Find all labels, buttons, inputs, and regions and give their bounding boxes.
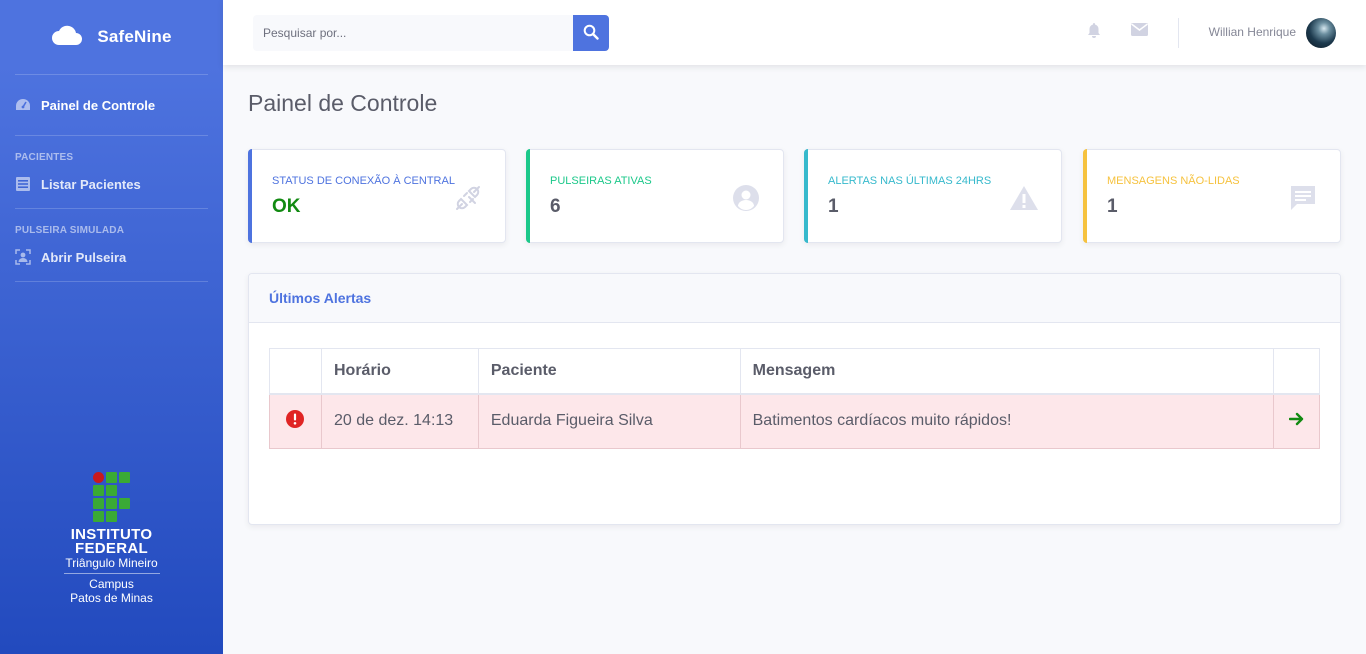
card-connection-status: STATUS DE CONEXÃO À CENTRAL OK — [248, 149, 506, 243]
institution-region: Triângulo Mineiro — [65, 556, 158, 570]
card-value: 1 — [828, 196, 839, 217]
card-accent-bar — [248, 149, 252, 243]
search-bar — [253, 15, 609, 51]
card-value: OK — [272, 196, 301, 217]
column-header-message: Mensagem — [739, 348, 1275, 395]
alert-status-cell — [269, 393, 322, 449]
cloud-icon — [51, 24, 83, 51]
sidebar-divider — [15, 281, 208, 282]
page-title: Painel de Controle — [248, 90, 438, 116]
message-icon — [1288, 183, 1318, 213]
alerts-table: Horário Paciente Mensagem 20 de dez. 14:… — [269, 348, 1320, 449]
warning-icon — [1009, 183, 1039, 213]
institution-logo: INSTITUTO FEDERAL Triângulo Mineiro Camp… — [0, 470, 223, 605]
brand-name: SafeNine — [97, 27, 172, 46]
search-icon — [583, 24, 599, 43]
alert-open-cell[interactable] — [1273, 393, 1320, 449]
alert-patient: Eduarda Figueira Silva — [477, 393, 741, 449]
sidebar-item-dashboard[interactable]: Painel de Controle — [0, 75, 223, 135]
search-input[interactable] — [253, 15, 573, 51]
card-alerts-24h: ALERTAS NAS ÚLTIMAS 24HRS 1 — [804, 149, 1062, 243]
card-label: MENSAGENS NÃO-LIDAS — [1107, 175, 1240, 187]
card-active-bracelets: PULSEIRAS ATIVAS 6 — [526, 149, 784, 243]
institution-divider — [63, 573, 160, 574]
institution-name-line2: FEDERAL — [75, 540, 148, 557]
card-label: ALERTAS NAS ÚLTIMAS 24HRS — [828, 175, 992, 187]
card-unread-messages: MENSAGENS NÃO-LIDAS 1 — [1083, 149, 1341, 243]
user-frame-icon — [15, 249, 31, 265]
card-accent-bar — [526, 149, 530, 243]
alert-message: Batimentos cardíacos muito rápidos! — [739, 393, 1275, 449]
column-header-time: Horário — [320, 348, 479, 395]
alerts-panel-title: Últimos Alertas — [249, 274, 1340, 323]
list-icon — [15, 176, 31, 192]
brand[interactable]: SafeNine — [0, 0, 223, 74]
arrow-right-icon[interactable] — [1288, 412, 1305, 430]
topbar-divider — [1178, 18, 1179, 48]
sidebar-item-list-patients[interactable]: Listar Pacientes — [0, 160, 223, 208]
institution-campus-label: Campus — [89, 577, 134, 591]
topbar: Willian Henrique — [223, 0, 1366, 65]
sidebar-item-label: Abrir Pulseira — [41, 249, 127, 265]
notifications-button[interactable] — [1085, 22, 1103, 43]
plug-icon — [453, 183, 483, 213]
card-accent-bar — [1083, 149, 1087, 243]
messages-button[interactable] — [1130, 23, 1148, 41]
envelope-icon — [1130, 23, 1148, 41]
avatar[interactable] — [1306, 18, 1336, 48]
alert-time: 20 de dez. 14:13 — [320, 393, 479, 449]
sidebar-item-open-bracelet[interactable]: Abrir Pulseira — [0, 233, 223, 281]
exclamation-circle-icon — [286, 409, 305, 432]
user-name[interactable]: Willian Henrique — [1209, 25, 1296, 39]
institution-logo-mark — [93, 472, 130, 522]
card-label: PULSEIRAS ATIVAS — [550, 175, 652, 187]
column-header-action — [1273, 348, 1320, 395]
search-button[interactable] — [573, 15, 609, 51]
sidebar: SafeNine Painel de Controle PACIENTES Li… — [0, 0, 223, 654]
card-value: 1 — [1107, 196, 1118, 217]
alerts-panel: Últimos Alertas Horário Paciente Mensage… — [248, 273, 1341, 525]
table-row[interactable]: 20 de dez. 14:13 Eduarda Figueira Silva … — [269, 393, 1320, 449]
gauge-icon — [15, 97, 31, 113]
card-accent-bar — [804, 149, 808, 243]
bell-icon — [1087, 22, 1101, 43]
column-header-status — [269, 348, 322, 395]
sidebar-item-label: Listar Pacientes — [41, 176, 141, 192]
user-circle-icon — [731, 183, 761, 213]
column-header-patient: Paciente — [477, 348, 741, 395]
table-header-row: Horário Paciente Mensagem — [269, 348, 1320, 395]
card-value: 6 — [550, 196, 561, 217]
institution-campus-name: Patos de Minas — [70, 591, 153, 605]
sidebar-item-label: Painel de Controle — [41, 97, 156, 113]
card-label: STATUS DE CONEXÃO À CENTRAL — [272, 175, 455, 187]
